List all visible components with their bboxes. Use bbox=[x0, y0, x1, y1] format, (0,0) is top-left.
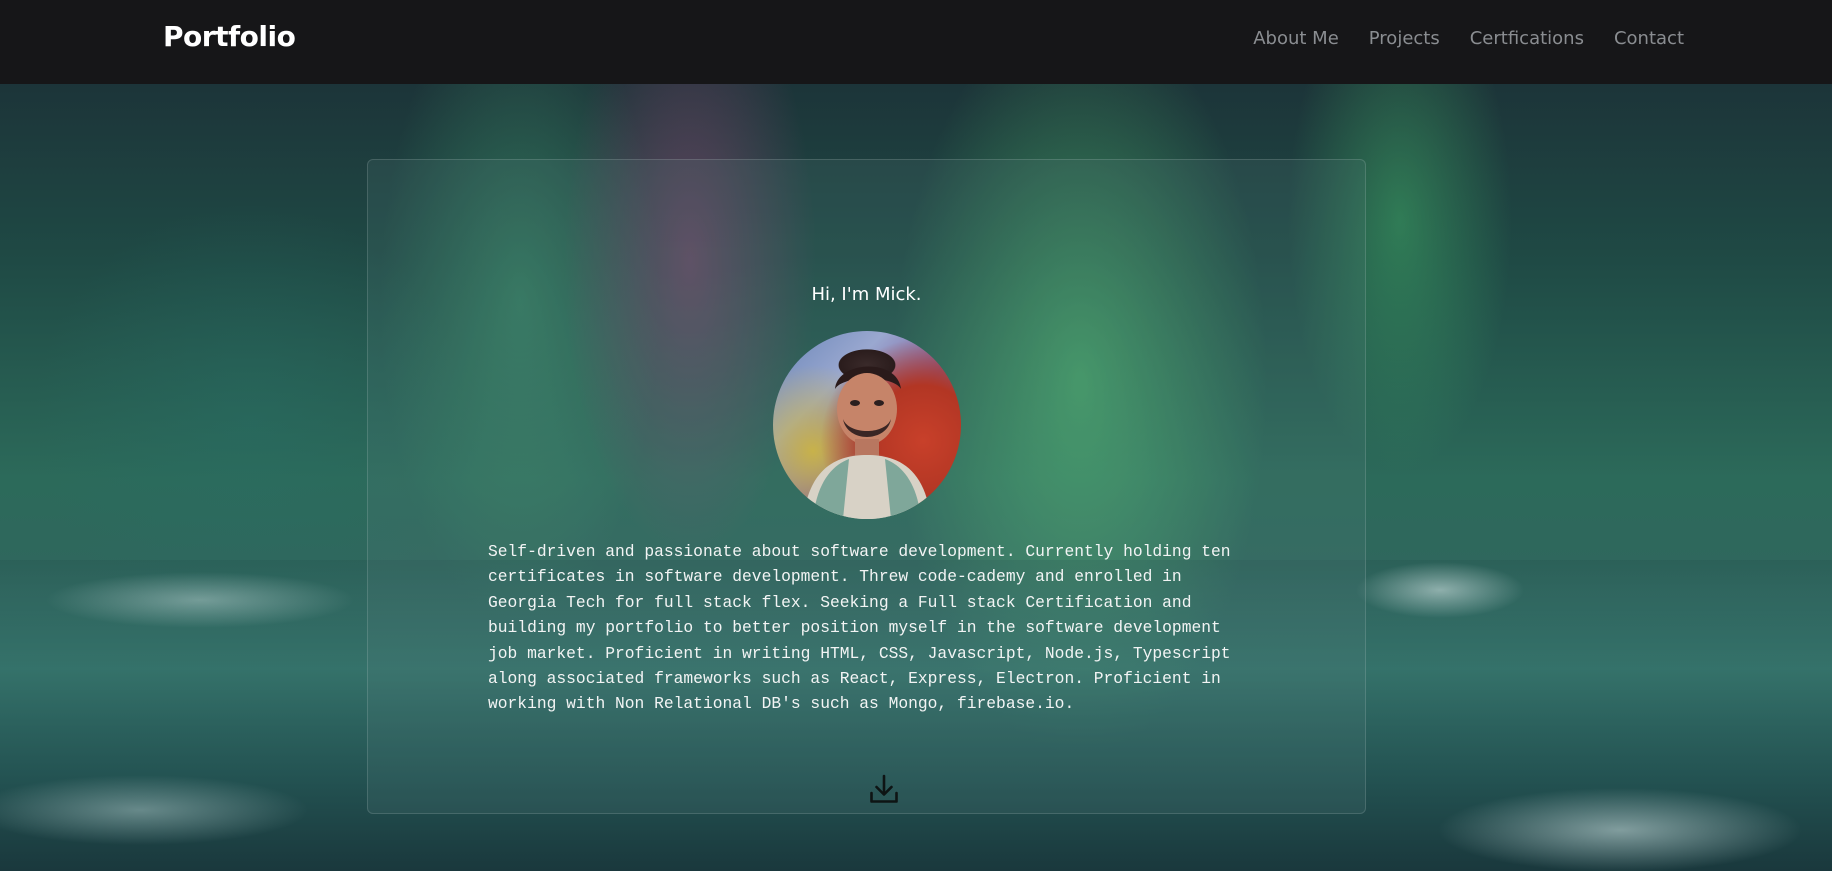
download-icon bbox=[870, 774, 898, 803]
nav-link-certifications[interactable]: Certfications bbox=[1470, 28, 1584, 49]
bio-text: Self-driven and passionate about softwar… bbox=[488, 542, 1231, 714]
avatar bbox=[773, 331, 961, 519]
avatar-portrait-icon bbox=[803, 366, 931, 519]
nav-link-projects[interactable]: Projects bbox=[1369, 28, 1440, 49]
brand-logo[interactable]: Portfolio bbox=[163, 20, 296, 53]
download-resume-button[interactable] bbox=[868, 773, 900, 805]
top-navbar: Portfolio About Me Projects Certfication… bbox=[0, 0, 1832, 84]
nav-link-about-me[interactable]: About Me bbox=[1253, 28, 1339, 49]
nav-link-contact[interactable]: Contact bbox=[1614, 28, 1684, 49]
nav-menu: About Me Projects Certfications Contact bbox=[1253, 28, 1684, 49]
greeting-heading: Hi, I'm Mick. bbox=[811, 284, 922, 305]
about-card: Hi, I'm Mick. Self-driven and passionate… bbox=[367, 159, 1366, 814]
